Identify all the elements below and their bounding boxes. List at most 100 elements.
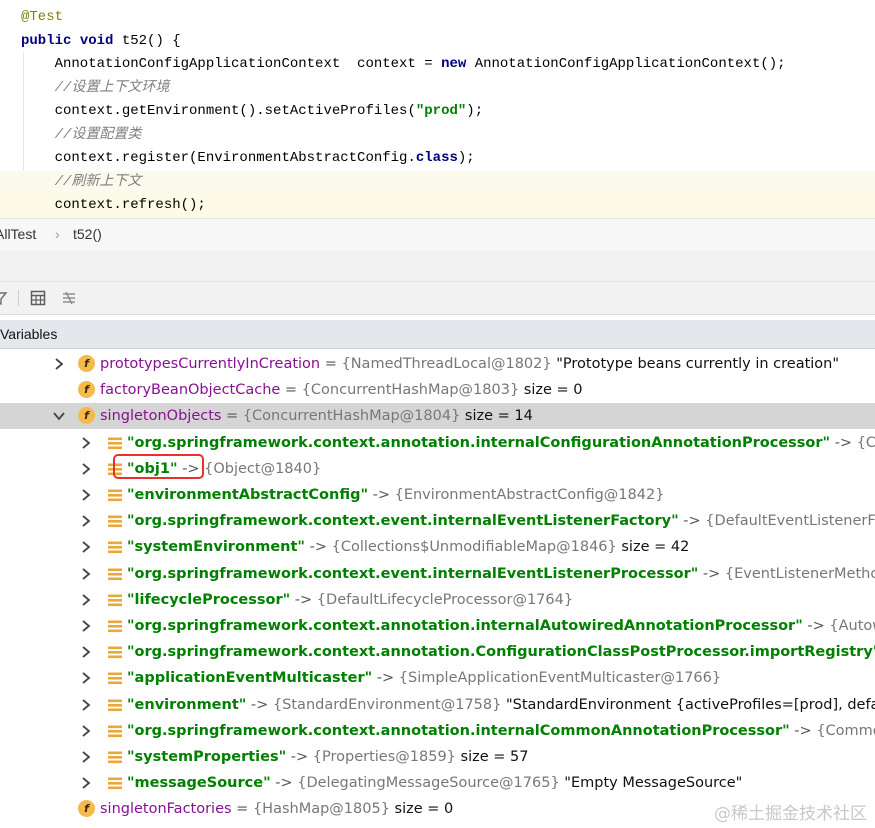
map-entry-icon <box>108 620 122 633</box>
chevron-right-icon[interactable] <box>80 724 92 738</box>
object-reference: {Object@1840} <box>204 460 322 477</box>
code-token: ); <box>457 150 475 166</box>
arrow-sign: -> <box>830 434 857 451</box>
map-entry-row[interactable]: "obj1" -> {Object@1840} <box>0 456 875 482</box>
map-entry-icon <box>108 777 122 790</box>
code-line[interactable]: public void t52() { <box>0 30 875 54</box>
breadcrumb-separator: › <box>55 226 60 242</box>
code-line[interactable]: context.getEnvironment().setActiveProfil… <box>0 100 875 124</box>
arrow-sign: -> <box>290 591 317 608</box>
variable-row[interactable]: f singletonObjects = {ConcurrentHashMap@1… <box>0 403 875 430</box>
map-entry-row[interactable]: "environment" -> {StandardEnvironment@17… <box>0 692 875 718</box>
variable-text: "obj1" -> {Object@1840} <box>127 456 321 482</box>
variable-text: singletonObjects = {ConcurrentHashMap@18… <box>100 403 533 429</box>
chevron-right-icon[interactable] <box>80 698 92 712</box>
map-entry-row[interactable]: "systemProperties" -> {Properties@1859} … <box>0 744 875 770</box>
map-entry-row[interactable]: "org.springframework.context.event.inter… <box>0 561 875 587</box>
variable-text: singletonFactories = {HashMap@1805} size… <box>100 796 453 822</box>
equals-sign: = <box>320 356 342 372</box>
settings-list-icon[interactable] <box>61 290 77 306</box>
map-entry-row[interactable]: "systemEnvironment" -> {Collections$Unmo… <box>0 534 875 560</box>
variable-row[interactable]: f prototypesCurrentlyInCreation = {NamedT… <box>0 351 875 377</box>
map-entry-icon <box>108 751 122 764</box>
chevron-right-icon[interactable] <box>80 540 92 554</box>
code-token: //设置配置类 <box>21 127 142 143</box>
chevron-right-icon[interactable] <box>53 357 65 371</box>
object-reference: {StandardEnvironment@1758} <box>272 696 502 713</box>
equals-sign: = <box>221 408 243 425</box>
chevron-right-icon[interactable] <box>80 593 92 607</box>
breadcrumb-method[interactable]: t52() <box>73 226 102 242</box>
breadcrumb: AllTest › t52() <box>0 218 875 252</box>
variable-name: prototypesCurrentlyInCreation <box>100 356 321 372</box>
map-entry-row[interactable]: "org.springframework.context.annotation.… <box>0 639 875 665</box>
variable-text: "systemProperties" -> {Properties@1859} … <box>127 744 528 770</box>
chevron-right-icon[interactable] <box>80 514 92 528</box>
chevron-right-icon[interactable] <box>80 750 92 764</box>
map-entry-icon <box>108 594 122 606</box>
debug-toolbar <box>0 282 875 315</box>
field-icon: f <box>78 800 95 818</box>
filter-icon[interactable] <box>0 290 8 306</box>
code-line[interactable]: //设置上下文环境 <box>0 77 875 101</box>
map-entry-row[interactable]: "org.springframework.context.annotation.… <box>0 430 875 456</box>
map-entry-row[interactable]: "lifecycleProcessor" -> {DefaultLifecycl… <box>0 587 875 613</box>
code-token: context.getEnvironment().setActiveProfil… <box>21 103 416 119</box>
map-key: "org.springframework.context.annotation.… <box>127 722 790 739</box>
chevron-right-icon[interactable] <box>80 567 92 581</box>
equals-sign: = <box>280 382 302 399</box>
code-token: ); <box>466 103 484 119</box>
code-line[interactable]: context.register(EnvironmentAbstractConf… <box>0 147 875 171</box>
map-entry-icon <box>108 541 122 554</box>
chevron-right-icon[interactable] <box>80 436 92 450</box>
variables-panel-header: Variables <box>0 320 875 349</box>
object-reference: {ConcurrentHashMap@1803} <box>301 382 520 399</box>
variable-text: "environmentAbstractConfig" -> {Environm… <box>127 482 664 508</box>
code-line[interactable]: context.refresh(); <box>0 194 875 218</box>
code-token: @Test <box>21 9 64 25</box>
variable-value: size = 14 <box>460 408 533 425</box>
code-token: class <box>415 150 458 166</box>
breadcrumb-class[interactable]: AllTest <box>0 226 36 242</box>
object-reference: {CommonAnnotationBeanPostProcessor@1857} <box>816 722 875 739</box>
equals-sign: = <box>231 801 253 818</box>
chevron-right-icon[interactable] <box>80 488 92 502</box>
code-line[interactable]: //设置配置类 <box>0 124 875 148</box>
arrow-sign: -> <box>177 460 205 477</box>
variables-tree[interactable]: f prototypesCurrentlyInCreation = {NamedT… <box>0 350 875 828</box>
variable-text: "org.springframework.context.annotation.… <box>127 639 875 665</box>
code-token: void <box>79 33 114 49</box>
variable-text: prototypesCurrentlyInCreation = {NamedTh… <box>100 351 839 377</box>
variable-row[interactable]: f factoryBeanObjectCache = {ConcurrentHas… <box>0 377 875 403</box>
object-reference: {HashMap@1805} <box>252 801 390 818</box>
object-reference: {EnvironmentAbstractConfig@1842} <box>394 487 665 503</box>
variable-text: "applicationEventMulticaster" -> {Simple… <box>127 665 721 691</box>
code-editor[interactable]: @Test public void t52() { AnnotationConfi… <box>0 0 875 218</box>
map-entry-row[interactable]: "org.springframework.context.annotation.… <box>0 718 875 744</box>
map-entry-row[interactable]: "org.springframework.context.event.inter… <box>0 508 875 534</box>
chevron-right-icon[interactable] <box>80 619 92 633</box>
map-entry-icon <box>108 437 122 449</box>
code-token: //刷新上下文 <box>21 174 142 190</box>
chevron-right-icon[interactable] <box>80 645 92 659</box>
map-entry-row[interactable]: "messageSource" -> {DelegatingMessageSou… <box>0 770 875 796</box>
arrow-sign: -> <box>698 565 725 582</box>
code-line[interactable]: AnnotationConfigApplicationContext conte… <box>0 53 875 77</box>
variable-value: size = 0 <box>389 801 454 818</box>
map-entry-row[interactable]: "org.springframework.context.annotation.… <box>0 613 875 639</box>
code-line[interactable]: @Test <box>0 6 875 30</box>
map-entry-row[interactable]: "environmentAbstractConfig" -> {Environm… <box>0 482 875 508</box>
map-entry-row[interactable]: "applicationEventMulticaster" -> {Simple… <box>0 665 875 691</box>
chevron-right-icon[interactable] <box>80 671 92 685</box>
object-reference: {DefaultEventListenerFactory@1844} <box>705 513 875 530</box>
table-icon[interactable] <box>30 290 46 306</box>
chevron-down-icon[interactable] <box>53 409 65 423</box>
arrow-sign: -> <box>372 670 399 687</box>
arrow-sign: -> <box>802 618 830 634</box>
toolbar-separator <box>18 290 19 306</box>
code-line[interactable]: //刷新上下文 <box>0 171 875 195</box>
chevron-right-icon[interactable] <box>80 776 92 790</box>
map-key: "environmentAbstractConfig" <box>127 487 368 503</box>
chevron-right-icon[interactable] <box>80 462 92 476</box>
